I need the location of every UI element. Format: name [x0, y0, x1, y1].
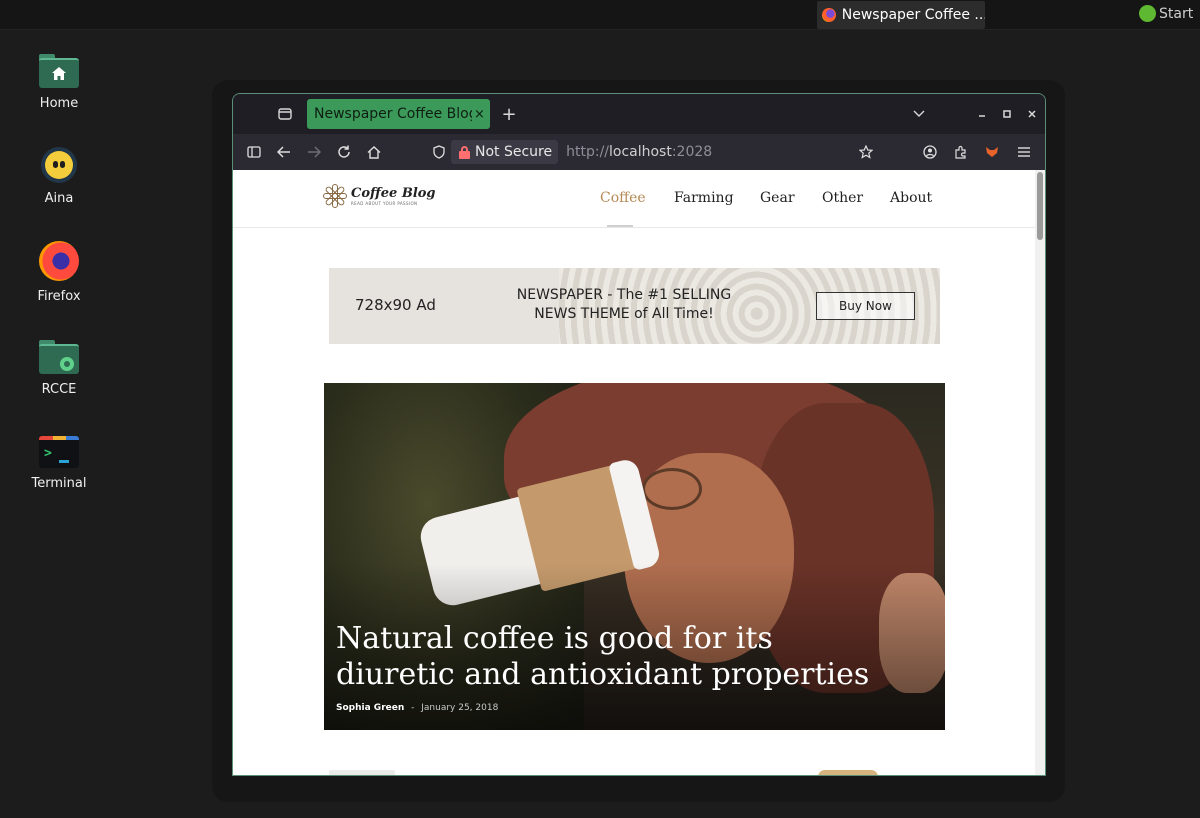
forward-icon — [303, 141, 325, 163]
site-header: Coffee Blog READ ABOUT YOUR PASSION Coff… — [233, 170, 1035, 228]
post-date: January 25, 2018 — [421, 703, 499, 713]
url-scheme: http:// — [566, 144, 609, 160]
scrollbar-thumb[interactable] — [1037, 172, 1043, 240]
home-folder-icon — [39, 54, 79, 88]
nav-about[interactable]: About — [890, 190, 932, 206]
featured-post[interactable]: Natural coffee is good for its diuretic … — [324, 383, 945, 730]
tab-title: Newspaper Coffee Blog — [314, 106, 472, 122]
top-panel: Newspaper Coffee ... Start — [0, 0, 1200, 30]
nav-coffee[interactable]: Coffee — [600, 190, 646, 206]
back-icon[interactable] — [273, 141, 295, 163]
ad-banner[interactable]: 728x90 Ad NEWSPAPER - The #1 SELLING NEW… — [329, 268, 940, 344]
sidebar-icon[interactable] — [243, 141, 265, 163]
page-viewport: Coffee Blog READ ABOUT YOUR PASSION Coff… — [233, 170, 1045, 775]
nav-other[interactable]: Other — [822, 190, 863, 206]
active-nav-indicator — [607, 225, 633, 227]
security-label: Not Secure — [475, 144, 553, 160]
extensions-icon[interactable] — [950, 141, 972, 163]
desktop-icon-label: RCCE — [41, 382, 77, 397]
tab-bar: Newspaper Coffee Blog × + — [233, 94, 1045, 134]
desktop-icon-home[interactable]: Home — [20, 54, 98, 111]
close-icon[interactable] — [1022, 104, 1042, 124]
firefox-icon — [822, 8, 836, 22]
insecure-lock-icon — [459, 145, 470, 159]
tab-newspaper-coffee-blog[interactable]: Newspaper Coffee Blog × — [307, 99, 490, 129]
logo-tagline: READ ABOUT YOUR PASSION — [351, 201, 418, 206]
nav-farming[interactable]: Farming — [674, 190, 734, 206]
home-icon[interactable] — [363, 141, 385, 163]
browser-window: Newspaper Coffee Blog × + Not Secure htt… — [232, 93, 1046, 776]
firefox-view-icon[interactable] — [275, 104, 295, 124]
desktop-icon-label: Firefox — [37, 289, 81, 304]
ad-size-label: 728x90 Ad — [355, 296, 436, 314]
featured-post-meta: Sophia Green - January 25, 2018 — [336, 703, 498, 713]
post-separator: - — [411, 703, 415, 713]
maximize-icon[interactable] — [997, 104, 1017, 124]
buy-now-button[interactable]: Buy Now — [816, 292, 915, 320]
desktop-icon-firefox[interactable]: Firefox — [20, 241, 98, 304]
desktop-icon-label: Aina — [44, 191, 74, 206]
reload-icon[interactable] — [333, 141, 355, 163]
tracking-protection-icon[interactable] — [428, 141, 450, 163]
address-bar[interactable]: Not Secure http://localhost:2028 — [451, 140, 911, 164]
addon-fox-icon[interactable] — [981, 141, 1003, 163]
next-post-peek-image — [818, 770, 878, 775]
aina-icon — [41, 147, 77, 183]
security-indicator[interactable]: Not Secure — [451, 140, 559, 164]
start-button[interactable]: Start — [1139, 5, 1193, 22]
tab-close-icon[interactable]: × — [474, 107, 485, 122]
post-author[interactable]: Sophia Green — [336, 703, 404, 713]
nav-toolbar: Not Secure http://localhost:2028 — [233, 134, 1045, 170]
minimize-icon[interactable] — [972, 104, 992, 124]
rcce-folder-icon — [39, 340, 79, 374]
bookmark-star-icon[interactable] — [855, 141, 877, 163]
ad-pitch: NEWSPAPER - The #1 SELLING NEWS THEME of… — [516, 287, 732, 322]
desktop-icon-terminal[interactable]: > Terminal — [20, 436, 98, 491]
new-tab-button[interactable]: + — [499, 104, 519, 125]
list-all-tabs-icon[interactable] — [909, 104, 929, 124]
url-text: http://localhost:2028 — [566, 144, 712, 160]
nav-gear[interactable]: Gear — [760, 190, 795, 206]
taskbar-firefox-window[interactable]: Newspaper Coffee ... — [817, 1, 985, 29]
account-icon[interactable] — [919, 141, 941, 163]
url-port: :2028 — [671, 144, 713, 160]
logo-name: Coffee Blog — [351, 186, 436, 201]
desktop-icon-label: Terminal — [31, 476, 87, 491]
next-post-peek — [329, 770, 395, 775]
coffee-flower-icon — [323, 184, 347, 208]
menu-icon[interactable] — [1013, 141, 1035, 163]
start-icon — [1139, 5, 1156, 22]
desktop-icon-rcce[interactable]: RCCE — [20, 340, 98, 397]
desktop-icon-aina[interactable]: Aina — [20, 147, 98, 206]
start-label: Start — [1159, 5, 1194, 22]
url-host: localhost — [609, 144, 672, 160]
desktop-icon-label: Home — [39, 96, 79, 111]
firefox-icon — [39, 241, 79, 281]
site-logo[interactable]: Coffee Blog READ ABOUT YOUR PASSION — [323, 184, 436, 208]
terminal-icon: > — [39, 436, 79, 468]
page-scrollbar[interactable] — [1035, 170, 1045, 775]
featured-post-title[interactable]: Natural coffee is good for its diuretic … — [336, 621, 896, 693]
taskbar-window-title: Newspaper Coffee ... — [841, 7, 985, 23]
